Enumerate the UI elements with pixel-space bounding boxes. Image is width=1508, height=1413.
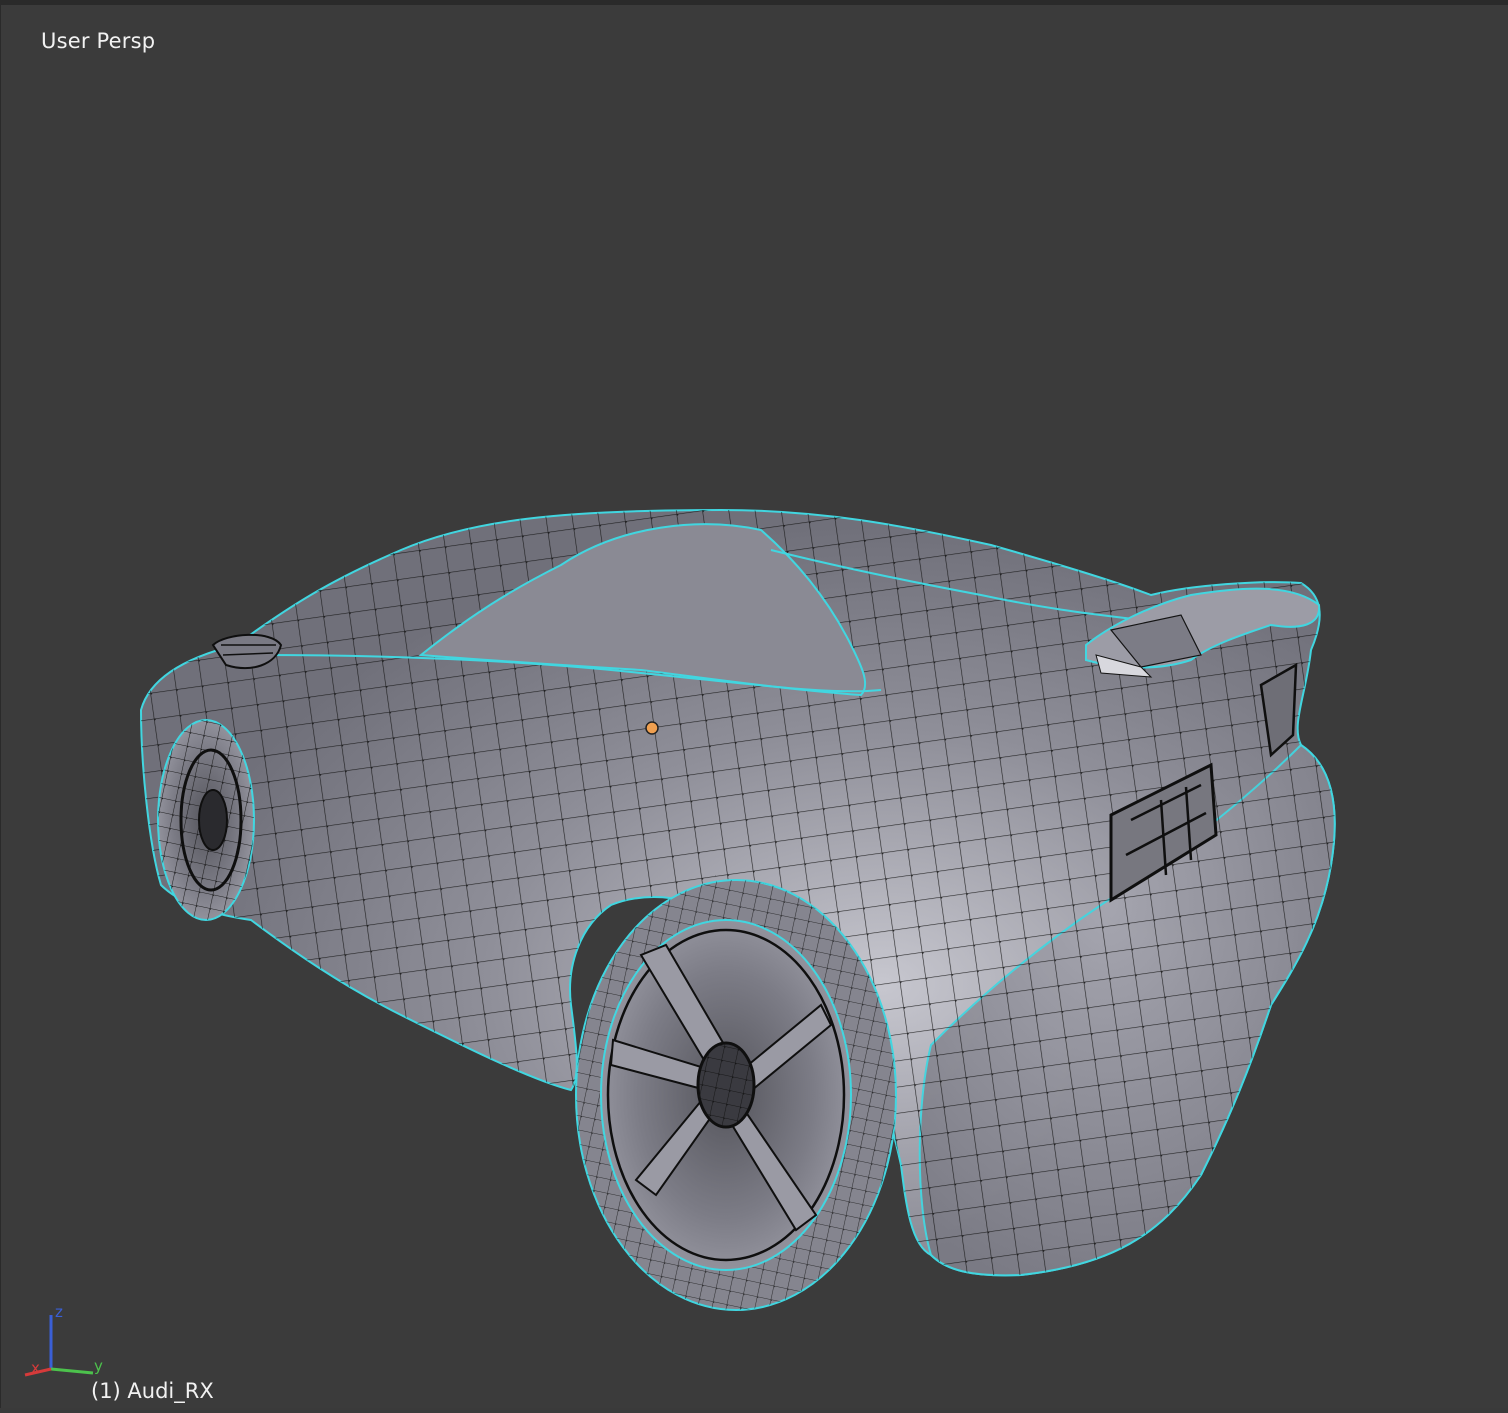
y-axis-label: y xyxy=(94,1357,103,1375)
view-name-label: User Persp xyxy=(41,29,156,53)
y-axis-line xyxy=(50,1367,94,1375)
car-mesh-model[interactable] xyxy=(1,5,1508,1413)
front-wheel xyxy=(157,719,255,921)
origin-dot[interactable] xyxy=(645,721,659,735)
active-object-label: (1) Audi_RX xyxy=(91,1379,214,1403)
rear-wheel xyxy=(575,879,897,1311)
x-axis-label: x xyxy=(31,1359,40,1377)
3d-viewport[interactable]: User Persp z y x (1) Audi_RX xyxy=(0,0,1508,1408)
z-axis-label: z xyxy=(55,1303,63,1321)
axis-gizmo: z y x xyxy=(24,1303,103,1377)
